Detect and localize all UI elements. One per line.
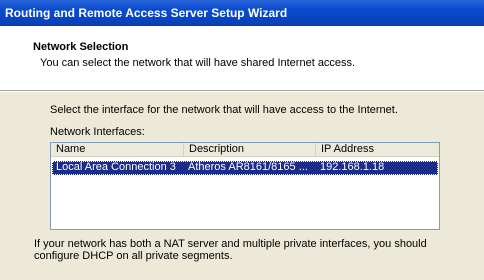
window-title: Routing and Remote Access Server Setup W…	[5, 6, 288, 20]
interface-ip-cell: 192.168.1.18	[320, 161, 385, 173]
interface-description-cell: Atheros AR8161/8165 ...	[188, 161, 308, 173]
page-title: Network Selection	[33, 41, 129, 53]
header-divider-highlight	[0, 91, 484, 92]
interface-name-cell: Local Area Connection 3	[56, 161, 176, 173]
window-titlebar[interactable]: Routing and Remote Access Server Setup W…	[0, 0, 484, 26]
page-subtitle: You can select the network that will hav…	[40, 57, 356, 69]
column-header-name[interactable]: Name	[51, 143, 184, 157]
column-header-description[interactable]: Description	[184, 143, 316, 157]
interface-prompt: Select the interface for the network tha…	[50, 104, 398, 116]
wizard-header: Network Selection You can select the net…	[0, 26, 484, 90]
network-interfaces-label: Network Interfaces:	[50, 126, 145, 138]
list-header: Name Description IP Address	[51, 143, 439, 157]
network-interfaces-list[interactable]: Name Description IP Address Local Area C…	[50, 142, 440, 230]
dhcp-note: If your network has both a NAT server an…	[34, 238, 427, 262]
column-header-ip-address[interactable]: IP Address	[316, 143, 439, 157]
list-item[interactable]: Local Area Connection 3 Atheros AR8161/8…	[52, 161, 438, 175]
